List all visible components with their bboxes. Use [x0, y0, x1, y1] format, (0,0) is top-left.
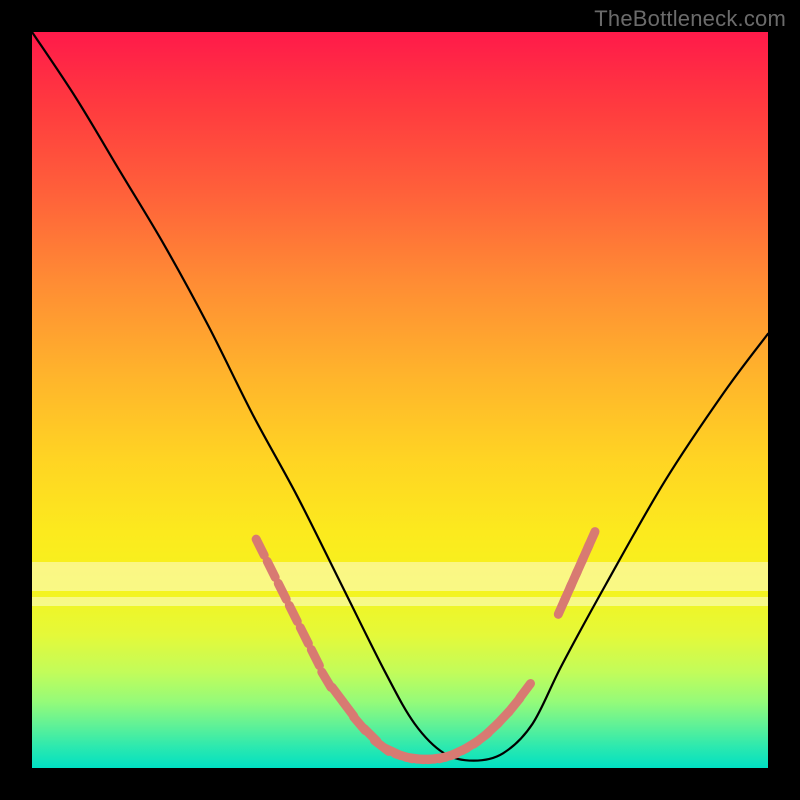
- curve-marker: [311, 650, 319, 666]
- chart-area: [32, 32, 768, 768]
- bottleneck-curve: [32, 32, 768, 761]
- curve-marker: [256, 539, 264, 555]
- watermark-text: TheBottleneck.com: [594, 6, 786, 32]
- curve-markers: [256, 532, 595, 760]
- curve-marker: [267, 561, 275, 577]
- curve-marker: [300, 627, 308, 643]
- curve-marker: [520, 684, 531, 698]
- curve-marker: [289, 605, 297, 621]
- curve-marker: [588, 532, 595, 548]
- curve-marker: [278, 583, 286, 599]
- curve-layer: [32, 32, 768, 768]
